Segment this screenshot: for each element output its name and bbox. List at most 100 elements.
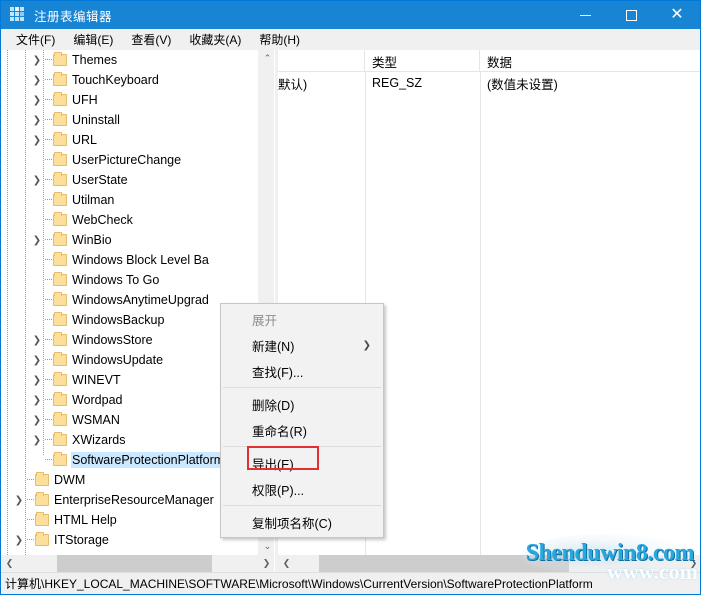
tree-item-label: TouchKeyboard [72, 73, 159, 87]
tree-item-label: WSMAN [72, 413, 120, 427]
context-menu-items: 展开 新建(N) ❯ 查找(F)... 删除(D) 重命名(R) 导出(E) 权限(P)...… [221, 306, 383, 535]
chevron-right-icon[interactable]: ❯ [31, 110, 43, 130]
main-body: ❯ Themes ❯ TouchKeyboard ❯ UFH ❯ Uninstall ❯ URL U… [1, 50, 700, 577]
folder-icon [53, 292, 67, 306]
tree-item-webcheck[interactable]: WebCheck [1, 210, 258, 230]
registry-icon [10, 7, 26, 23]
column-header-data[interactable]: 数据 [480, 50, 700, 72]
ctx-new[interactable]: 新建(N) ❯ [221, 332, 383, 358]
chevron-right-icon[interactable]: ❯ [31, 350, 43, 370]
chevron-right-icon[interactable]: ❯ [13, 530, 25, 550]
tree-hscroll-left-arrow[interactable]: ❮ [1, 555, 18, 572]
folder-icon [53, 192, 67, 206]
table-row[interactable]: 默认) REG_SZ (数值未设置) [278, 72, 700, 94]
menu-separator [223, 505, 381, 506]
tree-item-ufh[interactable]: ❯ UFH [1, 90, 258, 110]
tree-item-label: SoftwareProtectionPlatform [70, 452, 232, 468]
ctx-permissions[interactable]: 权限(P)... [221, 476, 383, 502]
tree-hscroll-thumb[interactable] [57, 555, 212, 572]
tree-item-themes[interactable]: ❯ Themes [1, 50, 258, 70]
chevron-right-icon[interactable]: ❯ [31, 330, 43, 350]
chevron-right-icon[interactable]: ❯ [31, 430, 43, 450]
tree-item-label: Utilman [72, 193, 115, 207]
tree-item-windows-to-go[interactable]: Windows To Go [1, 270, 258, 290]
column-header-type[interactable]: 类型 [365, 50, 480, 72]
chevron-right-icon[interactable]: ❯ [13, 490, 25, 510]
ctx-find[interactable]: 查找(F)... [221, 358, 383, 384]
ctx-delete[interactable]: 删除(D) [221, 391, 383, 417]
menu-file[interactable]: 文件(F) [7, 29, 64, 50]
chevron-right-icon[interactable]: ❯ [31, 410, 43, 430]
ctx-export[interactable]: 导出(E) [221, 450, 383, 476]
tree-connector [43, 330, 53, 350]
folder-icon [53, 352, 67, 366]
values-hscroll-right-arrow[interactable]: ❯ [685, 555, 700, 572]
ctx-copy-key-name-label: 复制项名称(C) [252, 516, 332, 531]
tree-connector [43, 90, 53, 110]
tree-item-label: UserState [72, 173, 128, 187]
folder-icon [53, 412, 67, 426]
folder-icon [53, 172, 67, 186]
chevron-right-icon[interactable]: ❯ [31, 230, 43, 250]
tree-connector [25, 470, 35, 490]
tree-connector [43, 390, 53, 410]
tree-horizontal-scrollbar[interactable]: ❮ ❯ [1, 555, 274, 572]
ctx-copy-key-name[interactable]: 复制项名称(C) [221, 509, 383, 535]
chevron-right-icon[interactable]: ❯ [31, 130, 43, 150]
tree-item-label: WindowsAnytimeUpgrad [72, 293, 209, 307]
tree-item-winbio[interactable]: ❯ WinBio [1, 230, 258, 250]
tree-item-userstate[interactable]: ❯ UserState [1, 170, 258, 190]
tree-item-label: WindowsBackup [72, 313, 165, 327]
tree-hscroll-right-arrow[interactable]: ❯ [258, 555, 274, 572]
chevron-right-icon[interactable]: ❯ [31, 50, 43, 70]
tree-scroll-down-arrow[interactable]: ⌄ [259, 538, 274, 555]
folder-icon [53, 212, 67, 226]
tree-item-label: WinBio [72, 233, 112, 247]
menu-view[interactable]: 查看(V) [122, 29, 180, 50]
tree-item-touchkeyboard[interactable]: ❯ TouchKeyboard [1, 70, 258, 90]
ctx-expand: 展开 [221, 306, 383, 332]
values-hscroll-thumb[interactable] [319, 555, 569, 572]
chevron-right-icon: ❯ [362, 339, 371, 351]
column-header-name[interactable] [278, 50, 365, 72]
values-hscroll-left-arrow[interactable]: ❮ [278, 555, 295, 572]
values-horizontal-scrollbar[interactable]: ❮ ❯ [278, 555, 700, 572]
chevron-right-icon[interactable]: ❯ [31, 390, 43, 410]
tree-item-label: WebCheck [72, 213, 133, 227]
tree-item-utilman[interactable]: Utilman [1, 190, 258, 210]
tree-item-label: Windows To Go [72, 273, 160, 287]
chevron-right-icon[interactable]: ❯ [31, 70, 43, 90]
tree-connector [25, 530, 35, 550]
tree-connector [43, 410, 53, 430]
folder-icon [35, 512, 49, 526]
tree-connector [43, 110, 53, 130]
tree-item-userpicturechange[interactable]: UserPictureChange [1, 150, 258, 170]
chevron-right-icon[interactable]: ❯ [31, 170, 43, 190]
tree-item-windows-block-level-ba[interactable]: Windows Block Level Ba [1, 250, 258, 270]
folder-icon [53, 452, 67, 466]
chevron-right-icon[interactable]: ❯ [31, 370, 43, 390]
folder-icon [35, 492, 49, 506]
folder-icon [35, 472, 49, 486]
minimize-button[interactable] [562, 1, 608, 29]
menu-separator [223, 387, 381, 388]
tree-item-url[interactable]: ❯ URL [1, 130, 258, 150]
values-column-divider [480, 72, 481, 572]
maximize-button[interactable] [608, 1, 654, 29]
tree-scroll-up-arrow[interactable]: ⌃ [259, 50, 274, 67]
tree-item-uninstall[interactable]: ❯ Uninstall [1, 110, 258, 130]
menu-help[interactable]: 帮助(H) [250, 29, 309, 50]
ctx-rename[interactable]: 重命名(R) [221, 417, 383, 443]
tree-item-label: UFH [72, 93, 98, 107]
chevron-right-icon[interactable]: ❯ [31, 90, 43, 110]
menu-edit[interactable]: 编辑(E) [64, 29, 122, 50]
menu-favorites[interactable]: 收藏夹(A) [180, 29, 250, 50]
folder-icon [53, 132, 67, 146]
close-button[interactable]: ✕ [654, 1, 700, 29]
tree-connector [25, 510, 35, 530]
tree-connector [43, 350, 53, 370]
tree-connector [43, 170, 53, 190]
